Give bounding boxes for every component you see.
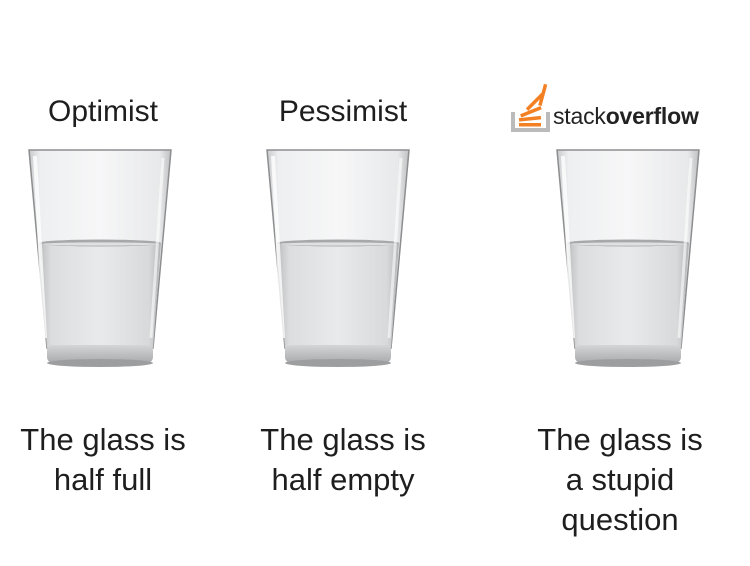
pessimist-caption: The glass is half empty	[218, 420, 468, 500]
caption-line: The glass is	[537, 422, 703, 457]
stackoverflow-panel: stackoverflow The glass is a stupid ques…	[500, 0, 750, 566]
optimist-heading: Optimist	[47, 95, 158, 128]
wordmark-light: stack	[553, 103, 606, 129]
half-glass-illustration	[28, 149, 172, 367]
pessimist-heading: Pessimist	[278, 95, 408, 128]
optimist-caption: The glass is half full	[0, 420, 228, 500]
pessimist-panel: Pessimist The glass is half empty	[250, 0, 500, 566]
stackoverflow-logo: stackoverflow	[510, 66, 750, 136]
wordmark-bold: overflow	[605, 103, 699, 129]
caption-line: half full	[53, 462, 153, 497]
half-glass-illustration	[556, 149, 700, 367]
caption-line: The glass is	[20, 422, 186, 457]
caption-line: The glass is	[260, 422, 426, 457]
stackoverflow-caption: The glass is a stupid question	[495, 420, 745, 540]
stackoverflow-logo-icon	[511, 83, 550, 132]
stackoverflow-wordmark: stackoverflow	[553, 102, 699, 130]
caption-line: half empty	[271, 462, 415, 497]
caption-line: a stupid	[565, 462, 675, 497]
half-glass-illustration	[266, 149, 410, 367]
optimist-panel: Optimist The glass is half full	[0, 0, 250, 566]
caption-line: question	[561, 502, 679, 537]
